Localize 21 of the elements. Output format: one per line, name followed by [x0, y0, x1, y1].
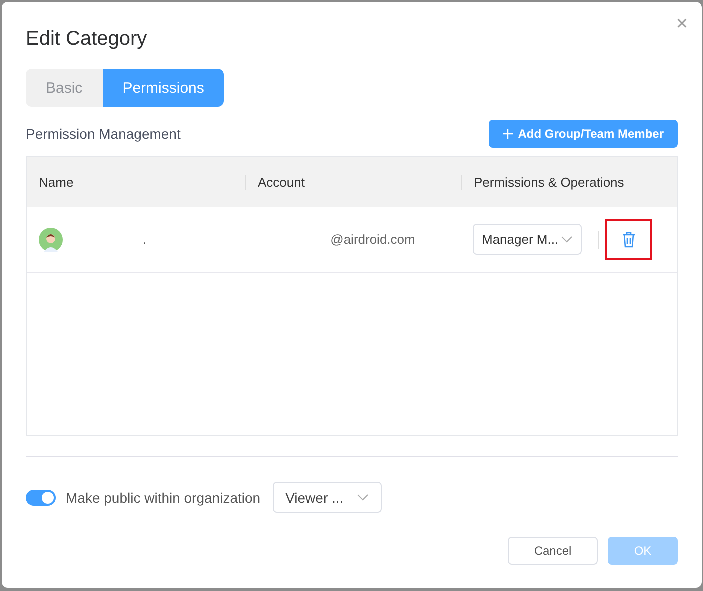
avatar-icon	[39, 228, 63, 252]
member-name: .	[143, 232, 147, 247]
column-header: Permissions & Operations	[461, 174, 677, 190]
role-select[interactable]: Viewer ...	[272, 482, 382, 513]
column-header: Name	[38, 174, 75, 190]
delete-icon[interactable]	[622, 232, 636, 248]
add-member-button[interactable]: Add Group/Team Member	[489, 120, 678, 148]
close-button[interactable]: ×	[672, 14, 692, 34]
section-title: Permission Management	[26, 126, 181, 142]
chevron-down-icon	[561, 236, 573, 243]
tab[interactable]: Permissions	[102, 69, 224, 107]
public-label: Make public within organization	[66, 490, 261, 506]
column-header: Account	[245, 174, 461, 190]
plus-icon	[503, 129, 514, 139]
account-text: @airdroid.com	[330, 232, 416, 247]
dialog-title: Edit Category	[26, 28, 148, 51]
toggle-switch[interactable]	[26, 490, 56, 506]
chevron-down-icon	[356, 494, 369, 501]
permission-select[interactable]: Manager M...	[473, 224, 582, 255]
tab[interactable]: Basic	[26, 69, 103, 107]
cancel-button[interactable]: Cancel	[508, 537, 598, 565]
